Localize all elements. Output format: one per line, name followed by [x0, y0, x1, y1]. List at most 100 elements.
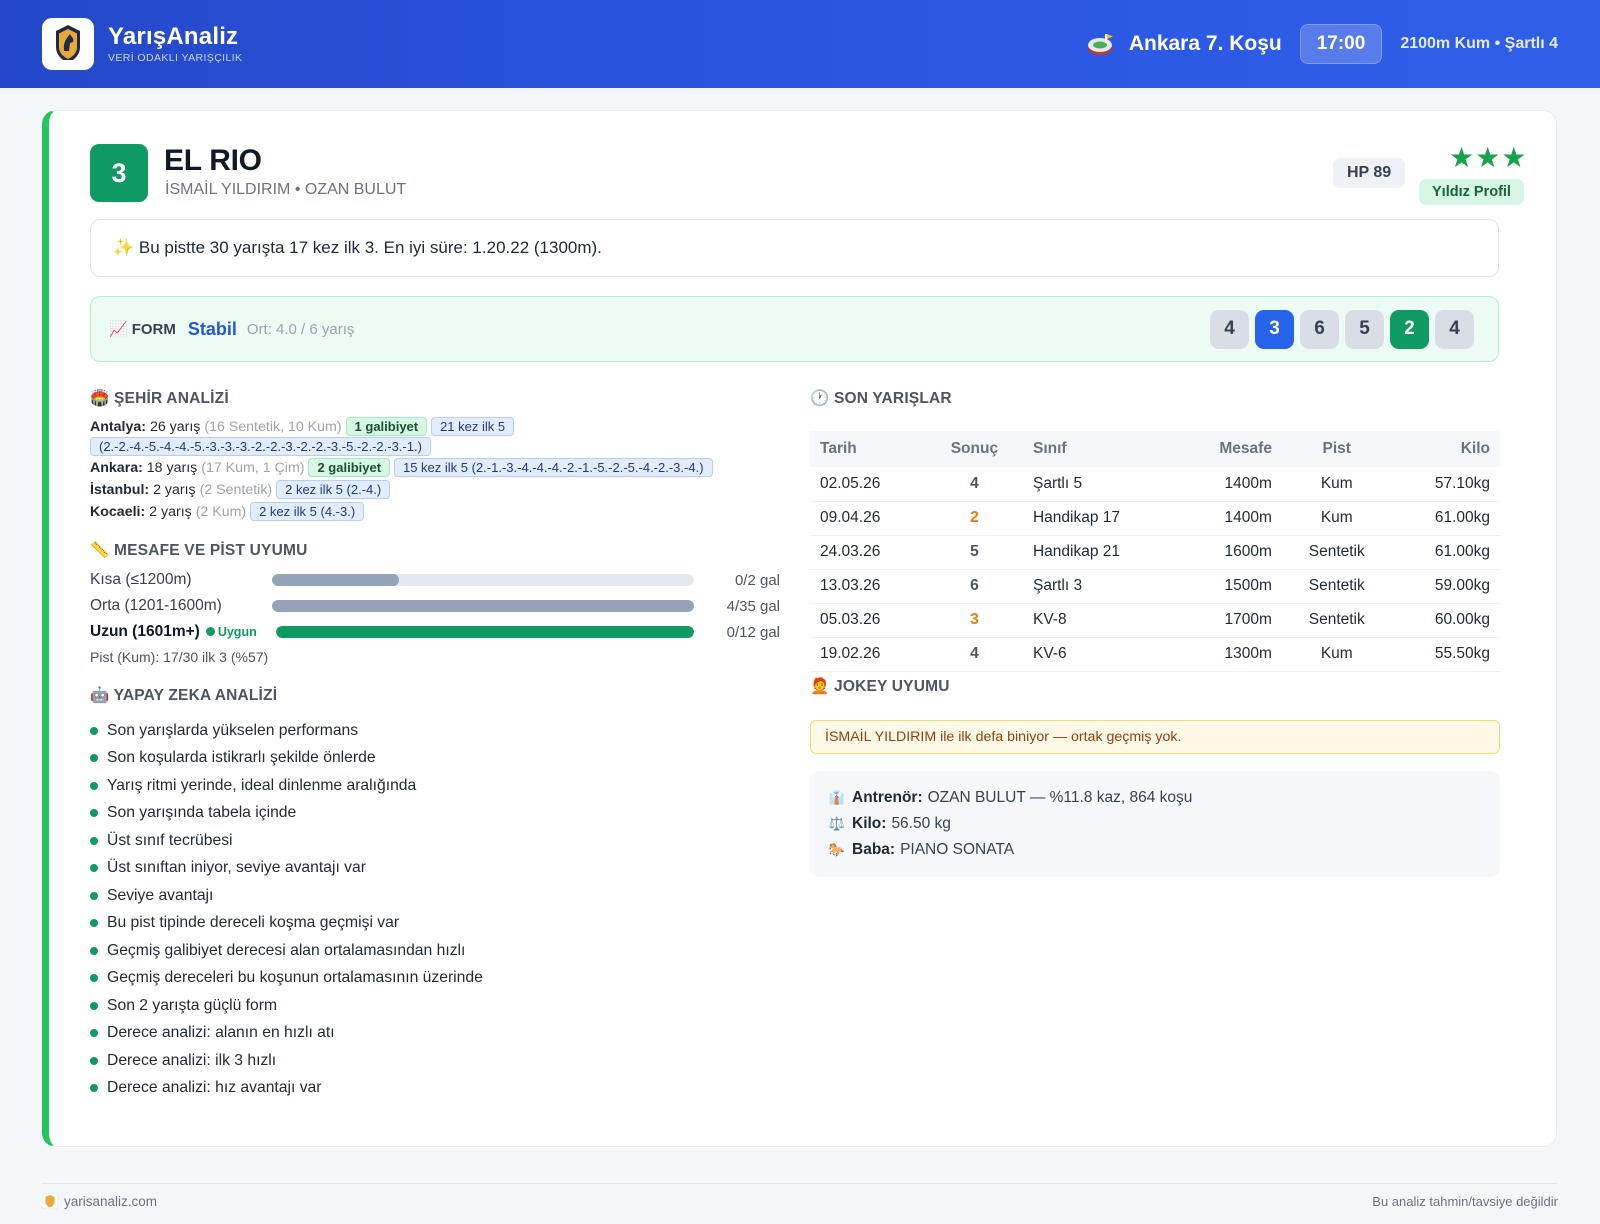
ai-item: Geçmiş dereceleri bu koşunun ortalamasın… — [90, 965, 483, 993]
race-title: Ankara 7. Koşu — [1128, 32, 1282, 55]
ai-item: Son koşularda istikrarlı şekilde önlerde — [90, 745, 483, 773]
race-track-icon — [1087, 34, 1113, 55]
col-weight: Kilo — [1391, 431, 1500, 467]
suitable-badge: Uygun — [206, 625, 257, 639]
ai-item: Bu pist tipinde dereceli koşma geçmişi v… — [90, 910, 483, 938]
distance-label: Orta (1201-1600m) — [90, 597, 222, 614]
brand-logo[interactable] — [42, 18, 94, 70]
ai-item: Seviye avantajı — [90, 882, 483, 910]
form-status: Stabil — [187, 318, 237, 339]
race-track: Sentetik — [1281, 603, 1392, 638]
col-result: Sonuç — [925, 431, 1023, 467]
horse-number-badge: 3 — [90, 144, 148, 202]
ai-item: Üst sınıf tecrübesi — [90, 827, 483, 855]
recent-races-table: Tarih Sonuç Sınıf Mesafe Pist Kilo 02.05… — [810, 431, 1500, 672]
ai-item: Son yarışında tabela içinde — [90, 800, 483, 828]
city-row-kocaeli: Kocaeli: 2 yarış (2 Kum) 2 kez ilk 5 (4.… — [90, 502, 790, 522]
distance-row-short: Kısa (≤1200m) 0/2 gal — [90, 569, 780, 591]
brand-name[interactable]: YarışAnaliz — [108, 24, 242, 50]
profile-badge: Yıldız Profil — [1419, 179, 1524, 205]
race-meta: 2100m Kum • Şartlı 4 — [1400, 35, 1558, 52]
race-date: 05.03.26 — [810, 603, 926, 638]
table-row: 09.04.26 2 Handikap 17 1400m Kum 61.00kg — [810, 501, 1500, 536]
form-box: 📈 FORM Stabil Ort: 4.0 / 6 yarış 4 3 6 5… — [90, 296, 1499, 362]
horse-icon: 🐎 — [828, 842, 846, 857]
star-rating: ★★★ — [1449, 142, 1528, 173]
ai-item: Derece analizi: hız avantajı var — [90, 1075, 483, 1103]
weight-line: ⚖️ Kilo: 56.50 kg — [828, 811, 1482, 837]
horse-card: 3 EL RIO İSMAİL YILDIRIM • OZAN BULUT HP… — [42, 110, 1557, 1147]
form-results: 4 3 6 5 2 4 — [1210, 309, 1474, 349]
site-logo-icon — [42, 1193, 58, 1209]
top5-tag: 15 kez ilk 5 (2.-1.-3.-4.-4.-4.-2.-1.-5.… — [393, 458, 713, 477]
race-distance: 1300m — [1177, 637, 1282, 672]
jockey-title: 🧑‍🦰 JOKEY UYUMU — [810, 678, 950, 695]
ai-analysis-title: 🤖 YAPAY ZEKA ANALİZİ — [90, 687, 278, 704]
recent-races-title: 🕐 SON YARIŞLAR — [810, 390, 952, 407]
sire-label: Baba: — [852, 841, 896, 858]
distance-value: 0/2 gal — [734, 571, 780, 589]
ai-item: Son yarışlarda yükselen performans — [90, 717, 483, 745]
city-name: İstanbul: — [90, 482, 150, 498]
scale-icon: ⚖️ — [828, 816, 846, 831]
ai-item: Derece analizi: alanın en hızlı atı — [90, 1020, 483, 1048]
weight-label: Kilo: — [852, 815, 887, 832]
city-races: 2 yarış — [149, 504, 192, 520]
city-row-ankara: Ankara: 18 yarış (17 Kum, 1 Çim) 2 galib… — [90, 458, 790, 478]
highlight-text: ✨ Bu pistte 30 yarışta 17 kez ilk 3. En … — [113, 238, 602, 257]
weight-value: 56.50 kg — [891, 815, 951, 832]
form-average: Ort: 4.0 / 6 yarış — [246, 320, 355, 338]
race-track: Kum — [1281, 637, 1392, 672]
distance-bar — [272, 600, 694, 612]
site-link[interactable]: yarisanaliz.com — [64, 1194, 157, 1209]
table-row: 02.05.26 4 Şartlı 5 1400m Kum 57.10kg — [810, 467, 1500, 502]
top5-tag: 21 kez ilk 5 — [431, 417, 515, 436]
col-class: Sınıf — [1022, 431, 1178, 467]
city-name: Kocaeli: — [90, 504, 146, 520]
top-bar: YarışAnaliz VERİ ODAKLI YARIŞÇILIK Ankar… — [0, 0, 1600, 88]
jockey-note-box: İSMAİL YILDIRIM ile ilk defa biniyor — o… — [810, 720, 1500, 754]
ai-item: Geçmiş galibiyet derecesi alan ortalamas… — [90, 937, 483, 965]
distance-value: 4/35 gal — [726, 597, 780, 615]
jockey-trainer: İSMAİL YILDIRIM • OZAN BULUT — [165, 181, 407, 198]
distance-row-medium: Orta (1201-1600m) 4/35 gal — [90, 595, 780, 617]
race-result: 5 — [925, 535, 1023, 570]
form-result-pill: 3 — [1255, 309, 1294, 349]
city-races: 2 yarış — [153, 482, 196, 498]
table-row: 13.03.26 6 Şartlı 3 1500m Sentetik 59.00kg — [810, 569, 1500, 604]
race-track: Kum — [1281, 467, 1392, 502]
race-class: Şartlı 5 — [1022, 467, 1178, 502]
race-class: Handikap 21 — [1022, 535, 1178, 570]
brand-tagline: VERİ ODAKLI YARIŞÇILIK — [108, 52, 243, 64]
necktie-icon: 👔 — [828, 790, 846, 805]
city-detail: (2 Kum) — [195, 504, 247, 520]
trainer-label: Antrenör: — [852, 789, 923, 806]
trainer-line: 👔 Antrenör: OZAN BULUT — %11.8 kaz, 864 … — [828, 785, 1482, 811]
table-row: 05.03.26 3 KV-8 1700m Sentetik 60.00kg — [810, 603, 1500, 638]
ai-item: Üst sınıftan iniyor, seviye avantajı var — [90, 855, 483, 883]
race-weight: 61.00kg — [1391, 501, 1500, 536]
distance-bar-fill — [272, 600, 694, 612]
race-result: 2 — [925, 501, 1023, 536]
race-class: Handikap 17 — [1022, 501, 1178, 536]
form-result-pill: 5 — [1345, 309, 1384, 349]
horse-logo-icon — [51, 25, 85, 66]
wins-tag: 2 galibiyet — [308, 458, 391, 477]
col-track: Pist — [1281, 431, 1392, 467]
distance-row-long: Uzun (1601m+) Uygun 0/12 gal — [90, 621, 780, 643]
chart-up-icon: 📈 — [109, 321, 128, 338]
table-header-row: Tarih Sonuç Sınıf Mesafe Pist Kilo — [810, 431, 1500, 467]
info-box: 👔 Antrenör: OZAN BULUT — %11.8 kaz, 864 … — [810, 771, 1500, 877]
distance-value: 0/12 gal — [726, 623, 780, 641]
race-distance: 1700m — [1177, 603, 1282, 638]
race-track: Kum — [1281, 501, 1392, 536]
top5-sequence-tag: (2.-2.-4.-5.-4.-4.-5.-3.-3.-3.-2.-2.-3.-… — [90, 437, 431, 456]
hp-badge: HP 89 — [1333, 158, 1406, 188]
race-distance: 1400m — [1177, 467, 1282, 502]
form-result-pill: 4 — [1435, 309, 1474, 349]
race-weight: 59.00kg — [1391, 569, 1500, 604]
city-name: Ankara: — [90, 460, 143, 476]
distance-label: Kısa (≤1200m) — [90, 571, 192, 588]
distance-bar-fill — [272, 574, 399, 586]
wins-tag: 1 galibiyet — [345, 417, 428, 436]
